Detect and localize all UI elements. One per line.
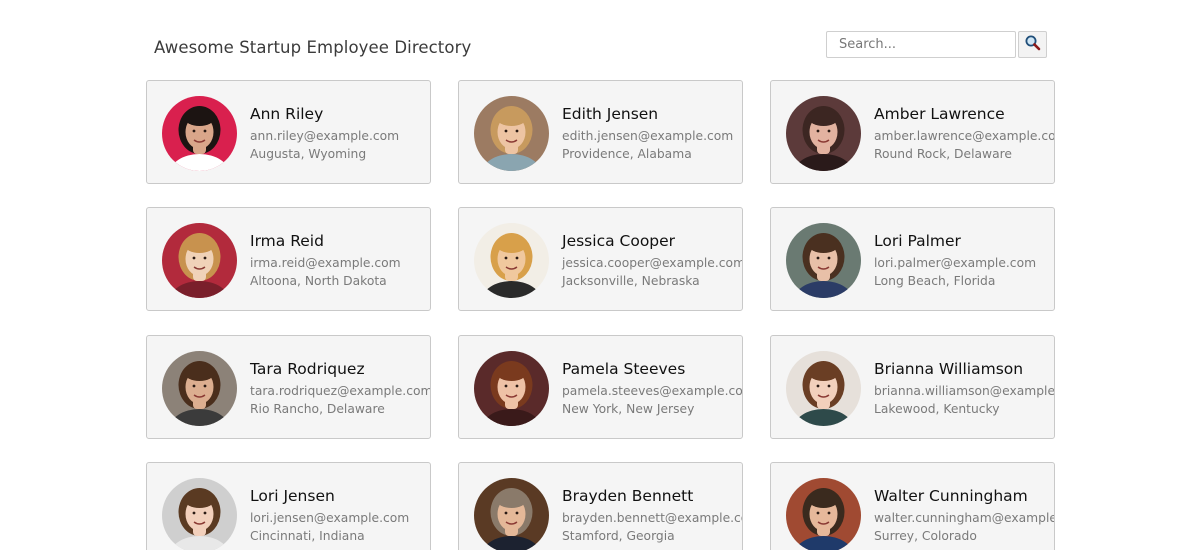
employee-name: Ann Riley (250, 105, 324, 123)
employee-card[interactable]: Irma Reid irma.reid@example.com Altoona,… (146, 207, 431, 311)
employee-location: Lakewood, Kentucky (874, 402, 1000, 416)
avatar (162, 478, 237, 550)
employee-location: New York, New Jersey (562, 402, 695, 416)
employee-card[interactable]: Pamela Steeves pamela.steeves@example.co… (458, 335, 743, 439)
employee-email: amber.lawrence@example.com (874, 129, 1055, 143)
employee-card[interactable]: Edith Jensen edith.jensen@example.com Pr… (458, 80, 743, 184)
employee-info: Brianna Williamson brianna.williamson@ex… (874, 359, 1055, 418)
employee-info: Jessica Cooper jessica.cooper@example.co… (562, 231, 743, 290)
employee-email: edith.jensen@example.com (562, 129, 734, 143)
employee-email: tara.rodriquez@example.com (250, 384, 431, 398)
employee-location: Altoona, North Dakota (250, 274, 387, 288)
employee-card[interactable]: Tara Rodriquez tara.rodriquez@example.co… (146, 335, 431, 439)
employee-card[interactable]: Brianna Williamson brianna.williamson@ex… (770, 335, 1055, 439)
avatar (474, 96, 549, 171)
employee-location: Augusta, Wyoming (250, 147, 367, 161)
avatar (786, 351, 861, 426)
avatar (786, 96, 861, 171)
employee-info: Brayden Bennett brayden.bennett@example.… (562, 486, 743, 545)
employee-email: lori.jensen@example.com (250, 511, 410, 525)
employee-name: Jessica Cooper (562, 232, 676, 250)
employee-name: Amber Lawrence (874, 105, 1005, 123)
employee-email: lori.palmer@example.com (874, 256, 1037, 270)
employee-name: Tara Rodriquez (250, 360, 365, 378)
employee-email: brayden.bennett@example.com (562, 511, 743, 525)
employee-card[interactable]: Lori Palmer lori.palmer@example.com Long… (770, 207, 1055, 311)
employee-info: Pamela Steeves pamela.steeves@example.co… (562, 359, 743, 418)
header: Awesome Startup Employee Directory (0, 0, 1200, 70)
employee-location: Long Beach, Florida (874, 274, 996, 288)
employee-info: Tara Rodriquez tara.rodriquez@example.co… (250, 359, 431, 418)
employee-card[interactable]: Lori Jensen lori.jensen@example.com Cinc… (146, 462, 431, 550)
avatar (474, 223, 549, 298)
employee-email: pamela.steeves@example.com (562, 384, 743, 398)
employee-location: Stamford, Georgia (562, 529, 675, 543)
employee-email: ann.riley@example.com (250, 129, 400, 143)
employee-location: Cincinnati, Indiana (250, 529, 365, 543)
employee-card[interactable]: Walter Cunningham walter.cunningham@exam… (770, 462, 1055, 550)
employee-email: jessica.cooper@example.com (562, 256, 743, 270)
employee-name: Pamela Steeves (562, 360, 686, 378)
page-title: Awesome Startup Employee Directory (154, 38, 472, 57)
employee-info: Amber Lawrence amber.lawrence@example.co… (874, 104, 1055, 163)
employee-location: Rio Rancho, Delaware (250, 402, 385, 416)
employee-info: Walter Cunningham walter.cunningham@exam… (874, 486, 1055, 545)
employee-info: Lori Jensen lori.jensen@example.com Cinc… (250, 486, 409, 545)
employee-location: Round Rock, Delaware (874, 147, 1012, 161)
avatar (474, 478, 549, 550)
employee-card[interactable]: Brayden Bennett brayden.bennett@example.… (458, 462, 743, 550)
employee-info: Edith Jensen edith.jensen@example.com Pr… (562, 104, 733, 163)
search-input[interactable] (826, 31, 1016, 58)
employee-email: walter.cunningham@example.com (874, 511, 1055, 525)
employee-info: Irma Reid irma.reid@example.com Altoona,… (250, 231, 401, 290)
avatar (474, 351, 549, 426)
avatar (162, 96, 237, 171)
magnifier-icon (1024, 34, 1041, 55)
employee-email: brianna.williamson@example.com (874, 384, 1055, 398)
employee-info: Ann Riley ann.riley@example.com Augusta,… (250, 104, 399, 163)
avatar (162, 351, 237, 426)
employee-card[interactable]: Amber Lawrence amber.lawrence@example.co… (770, 80, 1055, 184)
avatar (162, 223, 237, 298)
employee-location: Providence, Alabama (562, 147, 692, 161)
employee-name: Lori Palmer (874, 232, 961, 250)
employee-location: Jacksonville, Nebraska (562, 274, 700, 288)
employee-location: Surrey, Colorado (874, 529, 977, 543)
employee-name: Walter Cunningham (874, 487, 1028, 505)
avatar (786, 223, 861, 298)
employee-email: irma.reid@example.com (250, 256, 401, 270)
employee-name: Brayden Bennett (562, 487, 694, 505)
employee-name: Lori Jensen (250, 487, 335, 505)
employee-name: Edith Jensen (562, 105, 659, 123)
employee-card[interactable]: Jessica Cooper jessica.cooper@example.co… (458, 207, 743, 311)
employee-info: Lori Palmer lori.palmer@example.com Long… (874, 231, 1036, 290)
employee-name: Brianna Williamson (874, 360, 1024, 378)
search-button[interactable] (1018, 31, 1047, 58)
avatar (786, 478, 861, 550)
employee-name: Irma Reid (250, 232, 324, 250)
employee-card[interactable]: Ann Riley ann.riley@example.com Augusta,… (146, 80, 431, 184)
